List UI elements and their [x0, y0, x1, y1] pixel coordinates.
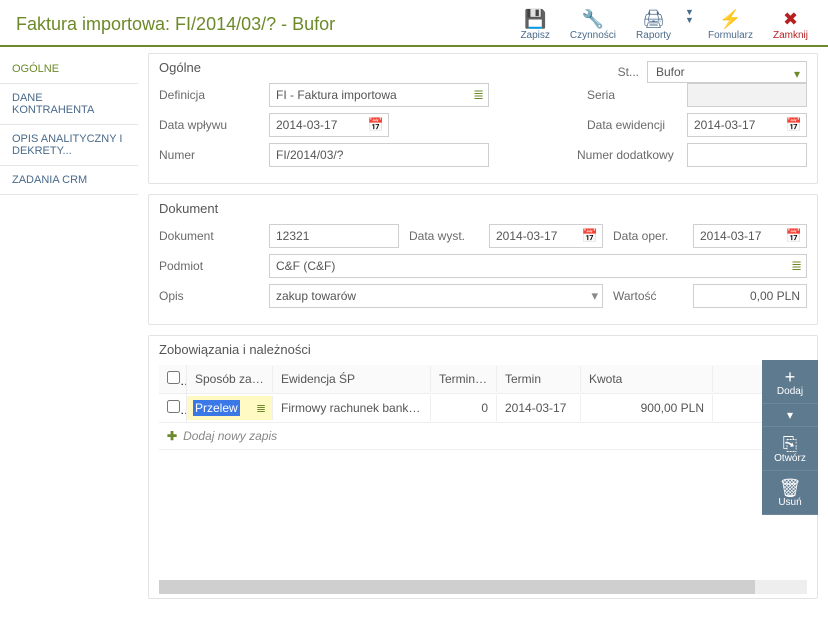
table-row[interactable]: Przelew ≣ Firmowy rachunek bankowy 0 201… — [159, 394, 807, 423]
seria-label: Seria — [587, 88, 677, 102]
sidebar-item-ogolne[interactable]: OGÓLNE — [0, 55, 138, 84]
numer-label: Numer — [159, 148, 259, 162]
add-row[interactable]: ✚ Dodaj nowy zapis — [159, 423, 807, 450]
sidebar-item-dane-kontrahenta[interactable]: DANE KONTRAHENTA — [0, 84, 138, 125]
rail-delete-label: Usuń — [778, 497, 801, 508]
section-title-zobowiazania: Zobowiązania i należności — [159, 342, 807, 357]
reports-button[interactable]: 🖨 Raporty — [626, 8, 681, 41]
form-label: Formularz — [708, 30, 753, 41]
calendar-icon[interactable]: 📅 — [582, 228, 598, 244]
cell-ewidencja: Firmowy rachunek bankowy — [273, 395, 431, 421]
plus-icon: + — [762, 368, 818, 386]
podmiot-input[interactable]: C&F (C&F) — [269, 254, 807, 278]
scrollbar-thumb[interactable] — [159, 580, 755, 594]
data-ewidencji-label: Data ewidencji — [587, 118, 677, 132]
sidebar-item-opis-analityczny[interactable]: OPIS ANALITYCZNY I DEKRETY... — [0, 125, 138, 166]
rail-open-button[interactable]: ⎘ Otwórz — [762, 427, 818, 471]
action-rail: + Dodaj ▾ ⎘ Otwórz 🗑 Usuń — [762, 360, 818, 515]
section-zobowiazania: Zobowiązania i należności Sposób zapł.. … — [148, 335, 818, 599]
save-label: Zapisz — [520, 30, 549, 41]
page-title: Faktura importowa: FI/2014/03/? - Bufor — [16, 14, 510, 35]
numer-dodatkowy-label: Numer dodatkowy — [577, 148, 677, 162]
close-label: Zamknij — [773, 30, 808, 41]
wartosc-input[interactable]: 0,00 PLN — [693, 284, 807, 308]
calendar-icon[interactable]: 📅 — [786, 228, 802, 244]
opis-label: Opis — [159, 289, 259, 303]
grid-header: Sposób zapł.. Ewidencja ŚP Termin (... T… — [159, 365, 807, 394]
status-label: St... — [618, 65, 639, 79]
rail-open-label: Otwórz — [774, 453, 806, 464]
definicja-input[interactable]: FI - Faktura importowa — [269, 83, 489, 107]
list-icon[interactable]: ≣ — [791, 258, 802, 274]
actions-label: Czynności — [570, 30, 616, 41]
sidebar-item-zadania-crm[interactable]: ZADANIA CRM — [0, 166, 138, 195]
dokument-label: Dokument — [159, 229, 259, 243]
chevron-down-icon[interactable]: ▾ — [591, 288, 598, 304]
reports-label: Raporty — [636, 30, 671, 41]
printer-icon: 🖨 — [636, 8, 671, 30]
wartosc-label: Wartość — [613, 289, 683, 303]
rail-add-button[interactable]: + Dodaj — [762, 360, 818, 404]
numer-input[interactable]: FI/2014/03/? — [269, 143, 489, 167]
data-wplywu-label: Data wpływu — [159, 118, 259, 132]
cell-kwota: 900,00 PLN — [581, 395, 713, 421]
form-button[interactable]: ⚡ Formularz — [698, 8, 763, 41]
section-title-dokument: Dokument — [159, 201, 807, 216]
save-icon: 💾 — [520, 8, 549, 30]
horizontal-scrollbar[interactable] — [159, 580, 807, 594]
dokument-input[interactable]: 12321 — [269, 224, 399, 248]
rail-add-label: Dodaj — [777, 386, 803, 397]
chevron-down-icon: ▾ — [794, 67, 800, 81]
definicja-label: Definicja — [159, 88, 259, 102]
col-termin-dni[interactable]: Termin (... — [431, 366, 497, 392]
rail-delete-button[interactable]: 🗑 Usuń — [762, 471, 818, 515]
close-icon: ✖ — [773, 8, 808, 30]
cell-termin-dni: 0 — [431, 395, 497, 421]
actions-button[interactable]: 🔧 Czynności — [560, 8, 626, 41]
calendar-icon[interactable]: 📅 — [368, 117, 384, 133]
calendar-icon[interactable]: 📅 — [786, 117, 802, 133]
plus-icon: ✚ — [167, 429, 177, 443]
row-checkbox[interactable] — [167, 400, 180, 413]
sidebar: OGÓLNE DANE KONTRAHENTA OPIS ANALITYCZNY… — [0, 47, 138, 619]
section-ogolne: Ogólne St... Bufor ▾ Definicja FI - Fakt… — [148, 53, 818, 184]
podmiot-label: Podmiot — [159, 259, 259, 273]
toolbar-dropdown[interactable]: ▼▼ — [681, 8, 698, 24]
list-icon[interactable]: ≣ — [256, 401, 266, 415]
numer-dodatkowy-input[interactable] — [687, 143, 807, 167]
wrench-icon: 🔧 — [570, 8, 616, 30]
cell-sposob[interactable]: Przelew ≣ — [187, 396, 273, 420]
col-sposob[interactable]: Sposób zapł.. — [187, 366, 273, 392]
seria-input[interactable] — [687, 83, 807, 107]
close-button[interactable]: ✖ Zamknij — [763, 8, 818, 41]
list-icon[interactable]: ≣ — [473, 87, 484, 103]
trash-icon: 🗑 — [762, 479, 818, 497]
bolt-icon: ⚡ — [708, 8, 753, 30]
add-row-label: Dodaj nowy zapis — [183, 429, 277, 443]
col-kwota[interactable]: Kwota — [581, 366, 713, 392]
section-dokument: Dokument Dokument 12321 Data wyst. 2014-… — [148, 194, 818, 325]
col-termin[interactable]: Termin — [497, 366, 581, 392]
status-select[interactable]: Bufor ▾ — [647, 61, 807, 83]
data-oper-label: Data oper. — [613, 229, 683, 243]
cell-termin: 2014-03-17 — [497, 395, 581, 421]
open-icon: ⎘ — [762, 435, 818, 453]
col-ewidencja[interactable]: Ewidencja ŚP — [273, 366, 431, 392]
status-value: Bufor — [656, 65, 685, 79]
rail-collapse[interactable]: ▾ — [762, 404, 818, 427]
section-title-ogolne: Ogólne — [159, 60, 201, 75]
select-all-checkbox[interactable] — [167, 371, 180, 384]
opis-input[interactable]: zakup towarów — [269, 284, 603, 308]
sposob-value: Przelew — [193, 400, 240, 416]
data-wyst-label: Data wyst. — [409, 229, 479, 243]
save-button[interactable]: 💾 Zapisz — [510, 8, 559, 41]
toolbar: 💾 Zapisz 🔧 Czynności 🖨 Raporty ▼▼ ⚡ Form… — [510, 8, 818, 41]
